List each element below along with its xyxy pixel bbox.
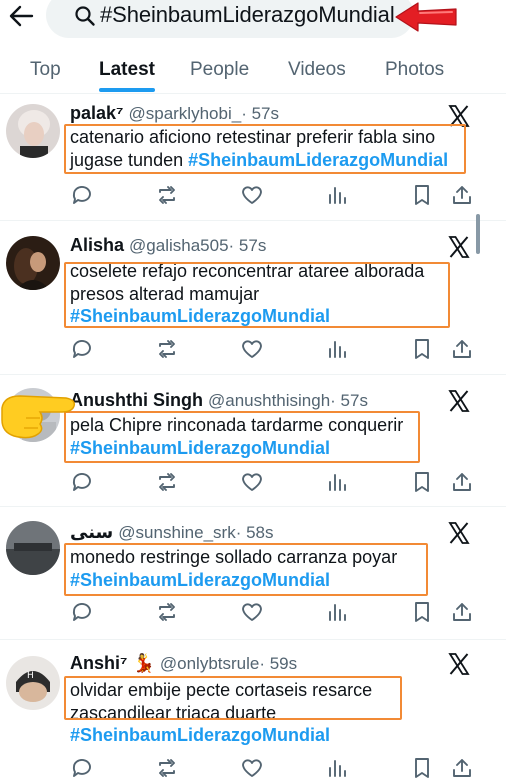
- tweet-header: Anshi⁷ 💃 @onlybtsrule· 59s: [70, 652, 297, 675]
- share-icon[interactable]: [450, 183, 474, 207]
- timestamp[interactable]: · 57s: [229, 236, 267, 255]
- repost-icon[interactable]: [155, 756, 179, 780]
- user-handle[interactable]: @sunshine_srk: [118, 523, 235, 542]
- hashtag-link[interactable]: #SheinbaumLiderazgoMundial: [70, 724, 470, 747]
- tab-photos[interactable]: Photos: [385, 59, 444, 81]
- divider: [0, 220, 506, 221]
- tweet-actions: [0, 756, 506, 780]
- repost-icon[interactable]: [155, 600, 179, 624]
- reply-icon[interactable]: [70, 470, 94, 494]
- like-icon[interactable]: [240, 600, 264, 624]
- like-icon[interactable]: [240, 337, 264, 361]
- user-handle[interactable]: @anushthisingh: [208, 391, 330, 410]
- views-icon[interactable]: [325, 337, 349, 361]
- dancer-emoji-icon: 💃: [127, 653, 155, 673]
- tweet-actions: [0, 183, 506, 207]
- back-arrow-icon[interactable]: [8, 4, 34, 28]
- reply-icon[interactable]: [70, 600, 94, 624]
- repost-icon[interactable]: [155, 183, 179, 207]
- bookmark-icon[interactable]: [410, 470, 434, 494]
- avatar[interactable]: [6, 521, 60, 575]
- views-icon[interactable]: [325, 183, 349, 207]
- views-icon[interactable]: [325, 470, 349, 494]
- tweet-header: palak⁷ @sparklyhobi_· 57s: [70, 102, 279, 125]
- like-icon[interactable]: [240, 183, 264, 207]
- scrollbar-thumb[interactable]: [476, 214, 480, 254]
- svg-text:H: H: [27, 671, 34, 681]
- reply-icon[interactable]: [70, 756, 94, 780]
- reply-icon[interactable]: [70, 337, 94, 361]
- search-query[interactable]: #SheinbaumLiderazgoMundial: [100, 2, 395, 28]
- repost-icon[interactable]: [155, 337, 179, 361]
- reply-icon[interactable]: [70, 183, 94, 207]
- tab-top[interactable]: Top: [30, 59, 61, 81]
- tweet-actions: [0, 600, 506, 624]
- tweet-header: Anushthi Singh @anushthisingh· 57s: [70, 389, 368, 412]
- avatar[interactable]: [6, 236, 60, 290]
- tweet-header: سنی @sunshine_srk· 58s: [70, 521, 274, 544]
- repost-icon[interactable]: [155, 470, 179, 494]
- timestamp[interactable]: · 57s: [330, 391, 368, 410]
- display-name[interactable]: Anshi⁷: [70, 653, 127, 673]
- highlight-box: [64, 411, 420, 463]
- user-handle[interactable]: @onlybtsrule: [160, 654, 259, 673]
- highlight-box: [64, 543, 428, 596]
- red-arrow-annotation: [394, 0, 460, 34]
- display-name[interactable]: palak⁷: [70, 103, 123, 123]
- share-icon[interactable]: [450, 470, 474, 494]
- timestamp[interactable]: · 58s: [236, 523, 274, 542]
- tab-videos[interactable]: Videos: [288, 59, 346, 81]
- bookmark-icon[interactable]: [410, 337, 434, 361]
- active-tab-indicator: [99, 88, 155, 92]
- x-logo-icon: [447, 235, 471, 259]
- highlight-box: [64, 124, 466, 174]
- bookmark-icon[interactable]: [410, 756, 434, 780]
- divider: [0, 506, 506, 507]
- share-icon[interactable]: [450, 600, 474, 624]
- highlight-box: [64, 262, 450, 328]
- tweet-actions: [0, 470, 506, 494]
- display-name[interactable]: سنی: [70, 522, 113, 542]
- user-handle[interactable]: @sparklyhobi_: [128, 104, 241, 123]
- tab-people[interactable]: People: [190, 59, 249, 81]
- tweet-header: Alisha @galisha505· 57s: [70, 234, 266, 257]
- tweet-actions: [0, 337, 506, 361]
- timestamp[interactable]: · 59s: [259, 654, 297, 673]
- share-icon[interactable]: [450, 756, 474, 780]
- user-handle[interactable]: @galisha505: [129, 236, 229, 255]
- display-name[interactable]: Anushthi Singh: [70, 390, 203, 410]
- views-icon[interactable]: [325, 756, 349, 780]
- divider: [0, 639, 506, 640]
- display-name[interactable]: Alisha: [70, 235, 124, 255]
- x-logo-icon: [447, 389, 471, 413]
- highlight-box: [64, 676, 402, 720]
- divider: [0, 374, 506, 375]
- bookmark-icon[interactable]: [410, 183, 434, 207]
- like-icon[interactable]: [240, 756, 264, 780]
- bookmark-icon[interactable]: [410, 600, 434, 624]
- views-icon[interactable]: [325, 600, 349, 624]
- tab-latest[interactable]: Latest: [99, 59, 155, 81]
- top-bar: #SheinbaumLiderazgoMundial: [0, 0, 506, 38]
- search-icon: [74, 5, 96, 27]
- avatar[interactable]: H: [6, 656, 60, 710]
- pointing-hand-annotation: [0, 388, 80, 440]
- like-icon[interactable]: [240, 470, 264, 494]
- timestamp[interactable]: · 57s: [241, 104, 279, 123]
- search-tabs: Top Latest People Videos Photos: [0, 52, 506, 94]
- x-logo-icon: [447, 652, 471, 676]
- x-logo-icon: [447, 521, 471, 545]
- share-icon[interactable]: [450, 337, 474, 361]
- avatar[interactable]: [6, 104, 60, 158]
